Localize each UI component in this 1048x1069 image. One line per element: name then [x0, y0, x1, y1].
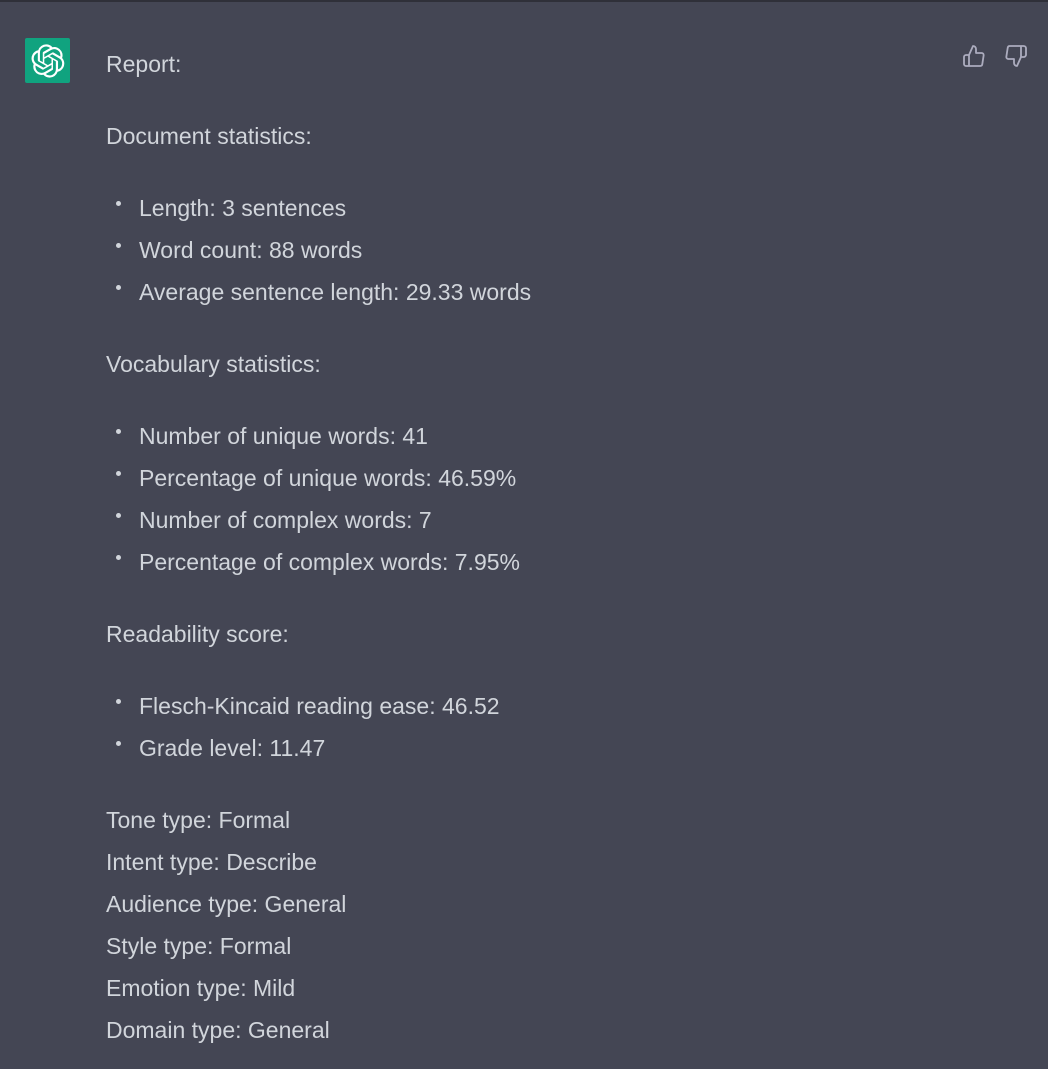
openai-logo-icon [31, 43, 64, 78]
report-intro: Report: [106, 51, 182, 77]
tone-type: Tone type: Formal [106, 807, 291, 833]
document-stats-list: Length: 3 sentences Word count: 88 words… [106, 187, 1006, 313]
list-item: Word count: 88 words [106, 229, 1006, 271]
audience-type: Audience type: General [106, 891, 347, 917]
vocabulary-stats-list: Number of unique words: 41 Percentage of… [106, 415, 1006, 583]
list-item: Number of complex words: 7 [106, 499, 1006, 541]
list-item: Percentage of complex words: 7.95% [106, 541, 1006, 583]
intent-type: Intent type: Describe [106, 849, 317, 875]
readability-list: Flesch-Kincaid reading ease: 46.52 Grade… [106, 685, 1006, 769]
emotion-type: Emotion type: Mild [106, 975, 296, 1001]
dislike-button[interactable] [1004, 43, 1028, 69]
list-item: Grade level: 11.47 [106, 727, 1006, 769]
type-summary: Tone type: Formal Intent type: Describe … [106, 799, 1006, 1051]
section-heading-document: Document statistics: [106, 123, 312, 149]
section-heading-vocabulary: Vocabulary statistics: [106, 351, 321, 377]
list-item: Number of unique words: 41 [106, 415, 1006, 457]
style-type: Style type: Formal [106, 933, 292, 959]
message-content: Report: Document statistics: Length: 3 s… [106, 43, 1006, 1051]
thumbs-down-icon [1005, 45, 1027, 67]
domain-type: Domain type: General [106, 1017, 330, 1043]
list-item: Average sentence length: 29.33 words [106, 271, 1006, 313]
section-heading-readability: Readability score: [106, 621, 289, 647]
assistant-avatar [25, 38, 70, 83]
top-divider [0, 0, 1048, 2]
list-item: Length: 3 sentences [106, 187, 1006, 229]
list-item: Percentage of unique words: 46.59% [106, 457, 1006, 499]
list-item: Flesch-Kincaid reading ease: 46.52 [106, 685, 1006, 727]
